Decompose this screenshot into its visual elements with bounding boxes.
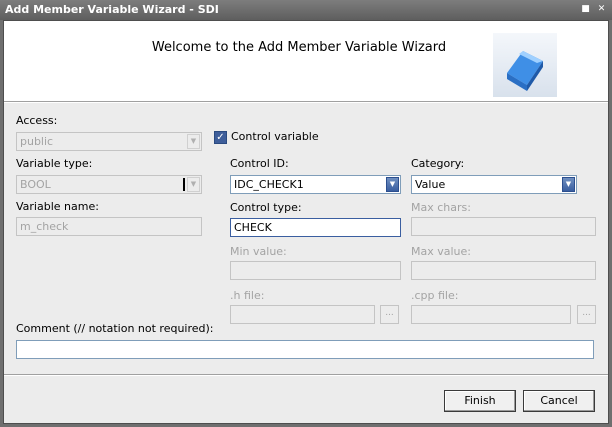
chevron-down-icon[interactable]: ▼: [386, 177, 399, 192]
max-chars-input[interactable]: [411, 217, 596, 236]
minimize-icon[interactable]: ■: [580, 4, 591, 15]
footer-divider: [4, 374, 608, 376]
variable-name-label: Variable name:: [16, 200, 99, 213]
dialog-client-area: Welcome to the Add Member Variable Wizar…: [3, 20, 609, 424]
window-title: Add Member Variable Wizard - SDI: [5, 3, 219, 16]
chevron-down-icon[interactable]: ▼: [187, 177, 200, 192]
access-label: Access:: [16, 114, 58, 127]
cancel-button[interactable]: Cancel: [523, 390, 595, 412]
wizard-header: Welcome to the Add Member Variable Wizar…: [4, 21, 608, 101]
control-id-value: IDC_CHECK1: [234, 178, 304, 191]
variable-type-select[interactable]: BOOL ▼: [16, 175, 202, 194]
max-value-input[interactable]: [411, 261, 596, 280]
cpp-file-browse-button[interactable]: ...: [577, 305, 596, 324]
category-value: Value: [415, 178, 446, 191]
control-type-input[interactable]: CHECK: [230, 218, 401, 237]
control-variable-label[interactable]: Control variable: [231, 130, 319, 143]
wizard-window: Add Member Variable Wizard - SDI ■ ✕ Wel…: [0, 0, 612, 427]
cpp-file-input[interactable]: [411, 305, 571, 324]
control-type-label: Control type:: [230, 201, 302, 214]
access-select[interactable]: public ▼: [16, 132, 202, 151]
comment-label: Comment (// notation not required):: [16, 322, 214, 335]
variable-type-value: BOOL: [20, 178, 51, 191]
chevron-down-icon[interactable]: ▼: [187, 134, 200, 149]
access-value: public: [20, 135, 54, 148]
variable-name-input[interactable]: m_check: [16, 217, 202, 236]
h-file-label: .h file:: [230, 289, 265, 302]
chevron-down-icon[interactable]: ▼: [562, 177, 575, 192]
finish-button[interactable]: Finish: [444, 390, 516, 412]
close-icon[interactable]: ✕: [596, 4, 607, 15]
category-select[interactable]: Value ▼: [411, 175, 577, 194]
min-value-label: Min value:: [230, 245, 287, 258]
control-id-select[interactable]: IDC_CHECK1 ▼: [230, 175, 401, 194]
category-label: Category:: [411, 157, 465, 170]
header-divider: [4, 101, 608, 103]
control-variable-checkbox[interactable]: ✓: [214, 131, 227, 144]
checkmark-icon: ✓: [216, 132, 225, 143]
max-value-label: Max value:: [411, 245, 471, 258]
h-file-browse-button[interactable]: ...: [380, 305, 399, 324]
h-file-input[interactable]: [230, 305, 375, 324]
control-id-label: Control ID:: [230, 157, 289, 170]
cube-logo-icon: [493, 33, 557, 97]
min-value-input[interactable]: [230, 261, 401, 280]
text-cursor: [183, 178, 185, 191]
cpp-file-label: .cpp file:: [411, 289, 459, 302]
title-bar[interactable]: Add Member Variable Wizard - SDI ■ ✕: [0, 0, 612, 20]
max-chars-label: Max chars:: [411, 201, 471, 214]
comment-input[interactable]: [16, 340, 594, 359]
variable-type-label: Variable type:: [16, 157, 93, 170]
